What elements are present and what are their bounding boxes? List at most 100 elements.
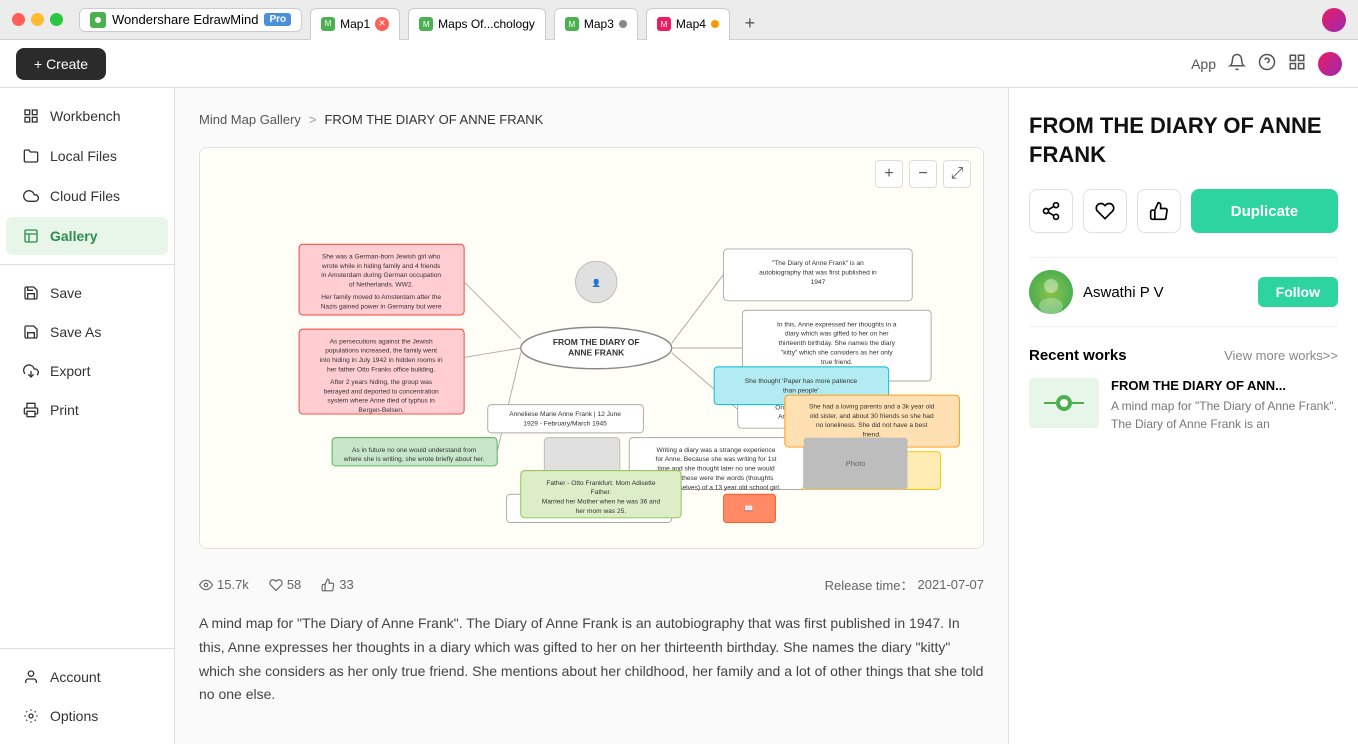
svg-text:than people': than people' [783, 387, 819, 394]
sidebar-label-account: Account [50, 669, 101, 685]
tab-map3[interactable]: M Map3 [554, 8, 638, 40]
fullscreen-button[interactable]: ⤢ [943, 160, 971, 188]
tab-map4[interactable]: M Map4 [646, 8, 730, 40]
sidebar-label-options: Options [50, 708, 98, 724]
sidebar-label-workbench: Workbench [50, 108, 121, 124]
recent-works-header: Recent works View more works>> [1029, 347, 1338, 364]
tab-unsaved-dot-map3 [619, 20, 627, 28]
grid-view-button[interactable] [1288, 53, 1306, 74]
breadcrumb-current: FROM THE DIARY OF ANNE FRANK [324, 112, 543, 127]
sidebar: Workbench Local Files Cloud Files Galler… [0, 88, 175, 744]
tab-icon-map4: M [657, 17, 671, 31]
heart-button[interactable] [1083, 189, 1127, 233]
user-avatar[interactable] [1322, 8, 1346, 32]
svg-text:in Amsterdam during German occ: in Amsterdam during German occupation [321, 272, 441, 279]
release-time: Release time： 2021-07-07 [825, 575, 984, 594]
svg-text:where she is writing, she wrot: where she is writing, she wrote briefly … [343, 456, 485, 463]
duplicate-button[interactable]: Duplicate [1191, 189, 1338, 233]
zoom-out-button[interactable]: − [909, 160, 937, 188]
svg-text:In this, Anne expressed her th: In this, Anne expressed her thoughts in … [777, 321, 897, 328]
release-date: 2021-07-07 [918, 577, 985, 592]
sidebar-label-cloud-files: Cloud Files [50, 188, 120, 204]
tab-icon-maps: M [419, 17, 433, 31]
svg-text:her father Otto Franks office: her father Otto Franks office building. [327, 367, 436, 374]
traffic-lights [12, 13, 63, 26]
export-icon [22, 362, 40, 380]
sidebar-item-print[interactable]: Print [6, 391, 168, 429]
print-icon [22, 401, 40, 419]
svg-text:As in future no one would unde: As in future no one would understand fro… [352, 447, 477, 454]
thumbs-up-icon [1149, 201, 1169, 221]
svg-text:true friend.: true friend. [821, 359, 853, 366]
svg-text:"The Diary of Anne Frank" is a: "The Diary of Anne Frank" is an [772, 260, 864, 267]
tab-unsaved-dot-map4 [711, 20, 719, 28]
zoom-in-button[interactable]: + [875, 160, 903, 188]
save-icon [22, 284, 40, 302]
thumb-count-value: 33 [339, 577, 353, 592]
map-title: FROM THE DIARY OF ANNE FRANK [1029, 112, 1338, 169]
minimize-button[interactable] [31, 13, 44, 26]
svg-text:Married her Mother when he was: Married her Mother when he was 36 and [542, 499, 661, 506]
author-row: Aswathi P V Follow [1029, 257, 1338, 327]
mindmap-canvas: FROM THE DIARY OF ANNE FRANK 1-07-2021 A… [200, 148, 983, 548]
sidebar-item-account[interactable]: Account [6, 658, 168, 696]
sidebar-item-cloud-files[interactable]: Cloud Files [6, 177, 168, 215]
sidebar-label-save-as: Save As [50, 324, 101, 340]
close-button[interactable] [12, 13, 25, 26]
view-more-link[interactable]: View more works>> [1224, 348, 1338, 363]
svg-text:She had a loving parents and a: She had a loving parents and a 3k year o… [809, 403, 935, 410]
local-files-icon [22, 147, 40, 165]
account-icon [22, 668, 40, 686]
svg-text:📖: 📖 [744, 504, 753, 513]
toolbar-avatar[interactable] [1318, 52, 1342, 76]
thumb-count: 33 [321, 577, 353, 592]
breadcrumb: Mind Map Gallery > FROM THE DIARY OF ANN… [199, 112, 984, 127]
toolbar-right: App [1191, 52, 1342, 76]
recent-item-thumbnail [1029, 378, 1099, 428]
save-as-icon [22, 323, 40, 341]
follow-button[interactable]: Follow [1258, 277, 1338, 307]
sidebar-item-local-files[interactable]: Local Files [6, 137, 168, 175]
sidebar-item-save-as[interactable]: Save As [6, 313, 168, 351]
sidebar-label-print: Print [50, 402, 79, 418]
stats-bar: 15.7k 58 33 Release time： 2021-07-07 [199, 565, 984, 604]
toolbar: + Create App [0, 40, 1358, 88]
sidebar-item-gallery[interactable]: Gallery [6, 217, 168, 255]
create-button[interactable]: + Create [16, 48, 106, 80]
eye-icon [199, 578, 213, 592]
tab-map1[interactable]: M Map1 ✕ [310, 8, 400, 40]
maximize-button[interactable] [50, 13, 63, 26]
sidebar-item-options[interactable]: Options [6, 697, 168, 735]
recent-item-desc: A mind map for "The Diary of Anne Frank"… [1111, 397, 1338, 433]
tab-label-map3: Map3 [584, 17, 614, 31]
help-button[interactable] [1258, 53, 1276, 74]
action-buttons: Duplicate [1029, 189, 1338, 233]
grid-icon [1288, 53, 1306, 71]
svg-text:thirteenth birthday. She names: thirteenth birthday. She names the diary [779, 340, 896, 347]
tab-label-map4: Map4 [676, 17, 706, 31]
content-area: Mind Map Gallery > FROM THE DIARY OF ANN… [175, 88, 1008, 744]
recent-item: FROM THE DIARY OF ANN... A mind map for … [1029, 378, 1338, 433]
notifications-button[interactable] [1228, 53, 1246, 74]
svg-text:diary which was gifted to her: diary which was gifted to her on her [785, 331, 890, 338]
tab-close-map1[interactable]: ✕ [375, 17, 389, 31]
bell-icon [1228, 53, 1246, 71]
sidebar-item-export[interactable]: Export [6, 352, 168, 390]
like-count: 58 [269, 577, 301, 592]
add-tab-button[interactable]: + [738, 12, 762, 36]
svg-text:her mom was 25.: her mom was 25. [576, 508, 627, 515]
breadcrumb-parent[interactable]: Mind Map Gallery [199, 112, 301, 127]
author-name: Aswathi P V [1083, 284, 1248, 301]
thumbs-up-button[interactable] [1137, 189, 1181, 233]
share-button[interactable] [1029, 189, 1073, 233]
svg-text:betrayed and deported to conce: betrayed and deported to concentration [324, 388, 439, 395]
gallery-icon [22, 227, 40, 245]
svg-text:old sister, and about 30 frien: old sister, and about 30 friends so she … [810, 413, 934, 420]
svg-text:1929 - February/March 1945: 1929 - February/March 1945 [523, 420, 607, 427]
tab-maps-chology[interactable]: M Maps Of...chology [408, 8, 546, 40]
sidebar-item-workbench[interactable]: Workbench [6, 97, 168, 135]
sidebar-item-save[interactable]: Save [6, 274, 168, 312]
svg-text:FROM THE DIARY OF: FROM THE DIARY OF [553, 337, 640, 347]
app-button[interactable]: App [1191, 56, 1216, 72]
tab-label-map1: Map1 [340, 17, 370, 31]
